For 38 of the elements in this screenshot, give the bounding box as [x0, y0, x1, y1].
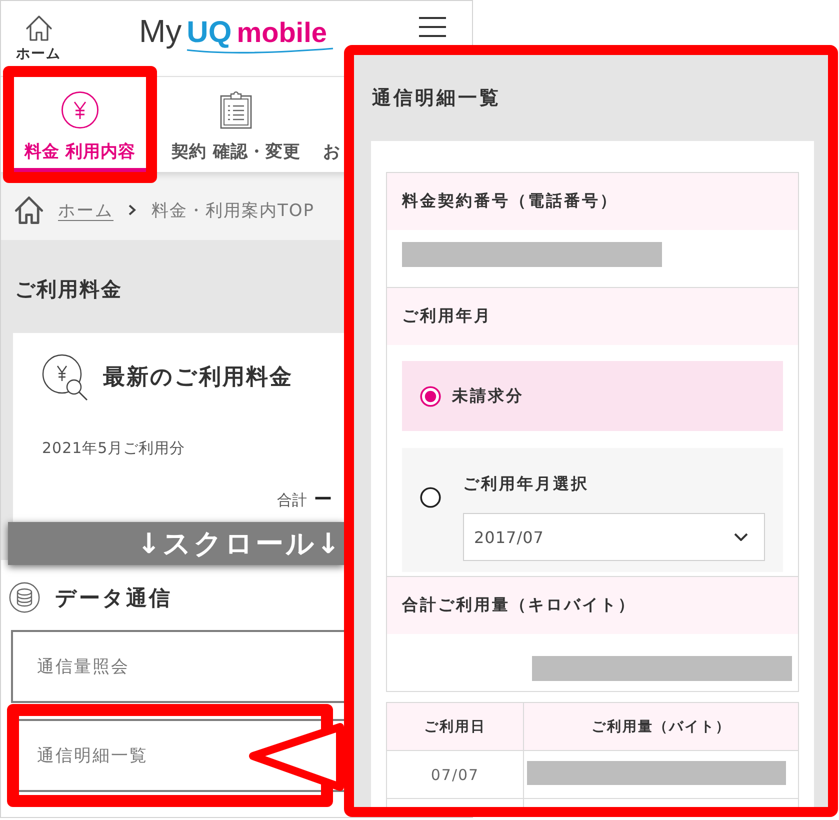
panel-title: 通信明細一覧 [372, 86, 501, 111]
menu-icon[interactable] [419, 17, 446, 37]
chevron-right-icon [128, 204, 136, 216]
breadcrumb-current: 料金・利用案内TOP [152, 200, 315, 222]
breadcrumb-link[interactable]: ホーム [58, 198, 114, 222]
option-label: ご利用年月選択 [463, 474, 589, 494]
month-select[interactable]: 2017/07 [463, 513, 765, 561]
yen-circle-icon [61, 91, 99, 129]
home-icon[interactable] [14, 195, 44, 225]
database-icon [9, 582, 40, 613]
table-header-cell: ご利用日 [387, 703, 524, 751]
radio-button[interactable] [420, 386, 441, 406]
radio-option[interactable]: 未請求分 [402, 361, 783, 431]
radio-option[interactable]: ご利用年月選択 2017/07 [402, 448, 783, 572]
nav-tab[interactable]: 契約 確認・変更 [161, 77, 311, 172]
table-header-cell: ご利用量（バイト） [524, 703, 798, 751]
home-icon [24, 14, 52, 42]
table-cell: 07/07 [387, 751, 524, 799]
list-link[interactable]: 通信量照会 [11, 630, 344, 703]
logo-swoosh-icon [186, 47, 334, 55]
nav-tab[interactable]: 料金 利用内容 [14, 77, 146, 172]
total-value: ー [314, 491, 332, 509]
field-header: ご利用年月 [387, 288, 798, 345]
field-header: 料金契約番号（電話番号） [387, 173, 798, 230]
field-header: 合計ご利用量（キロバイト） [387, 577, 798, 634]
radio-button[interactable] [420, 487, 441, 508]
clipboard-icon [220, 91, 252, 129]
section-heading: ご利用料金 [15, 276, 122, 303]
scroll-hint-text: ↓スクロール↓ [137, 526, 342, 560]
option-label: 未請求分 [452, 386, 524, 406]
section-heading: データ通信 [55, 584, 172, 612]
card-title: 最新のご利用料金 [103, 364, 293, 392]
total-label: 合計 [277, 491, 307, 509]
chevron-down-icon [734, 533, 748, 541]
home-button[interactable]: ホーム [16, 14, 61, 63]
billing-period-text: 2021年5月ご利用分 [42, 439, 186, 457]
yen-search-icon [42, 354, 88, 401]
nav-tab[interactable]: お [323, 77, 340, 172]
